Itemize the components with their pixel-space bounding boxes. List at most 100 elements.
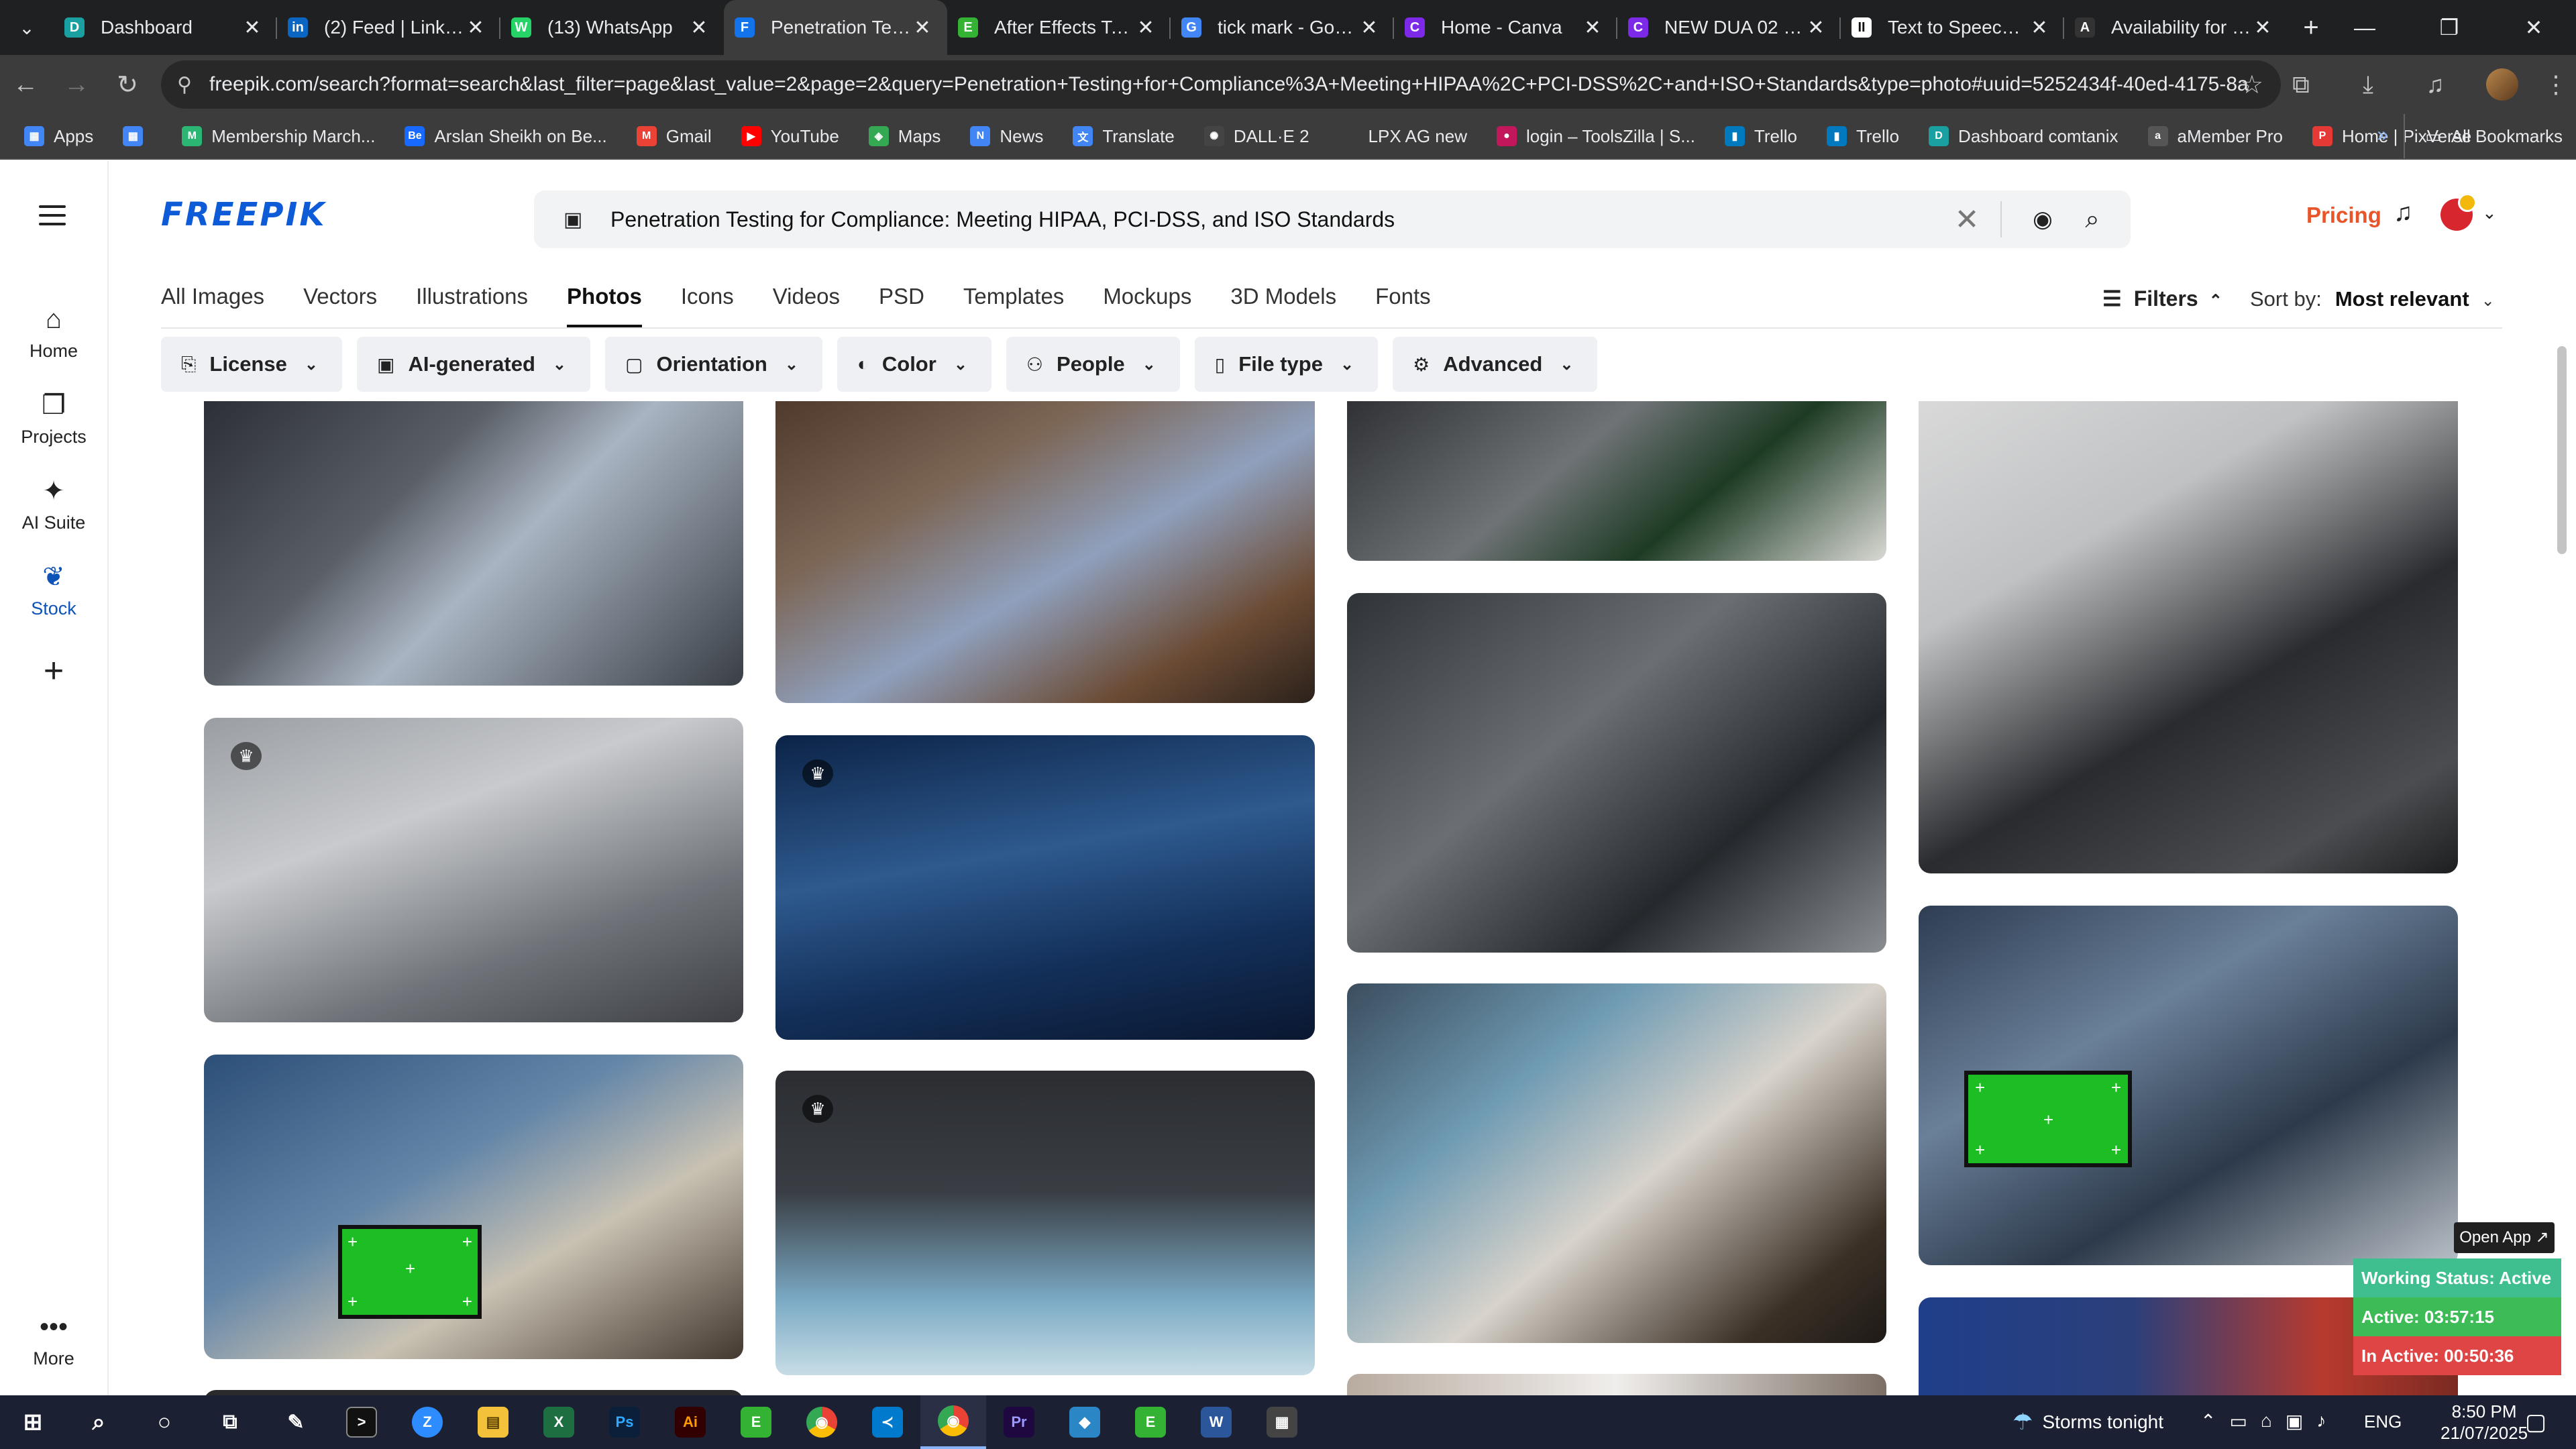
taskbar-app[interactable]: E: [1118, 1395, 1183, 1449]
tab-3d-models[interactable]: 3D Models: [1230, 280, 1336, 334]
close-tab-icon[interactable]: ✕: [1358, 16, 1381, 40]
taskbar-cortana[interactable]: ○: [131, 1395, 197, 1449]
filter-color[interactable]: ◐ Color ⌄: [837, 337, 991, 392]
photo-card[interactable]: [204, 401, 743, 686]
bookmark-item[interactable]: M Membership March...: [182, 126, 375, 147]
rail-item-home[interactable]: ⌂ Home: [0, 303, 107, 362]
tab-templates[interactable]: Templates: [963, 280, 1064, 334]
camera-search-icon[interactable]: ◉: [2018, 206, 2068, 233]
image-type-icon[interactable]: ▣: [564, 208, 590, 231]
browser-tab-active[interactable]: F Penetration Testing✕: [724, 0, 947, 55]
language-indicator[interactable]: ENG: [2364, 1411, 2402, 1432]
meet-icon[interactable]: ▭: [2229, 1410, 2247, 1432]
rail-item-more[interactable]: ••• More: [0, 1311, 107, 1369]
taskbar-app[interactable]: ≺: [855, 1395, 920, 1449]
filter-orientation[interactable]: ▢ Orientation ⌄: [605, 337, 822, 392]
page-scrollbar[interactable]: [2557, 346, 2567, 554]
open-app-button[interactable]: Open App ↗: [2454, 1222, 2555, 1253]
taskbar-app[interactable]: Pr: [986, 1395, 1052, 1449]
clock[interactable]: 8:50 PM 21/07/2025: [2440, 1401, 2528, 1444]
tab-mockups[interactable]: Mockups: [1103, 280, 1191, 334]
filter-file-type[interactable]: ▯ File type ⌄: [1194, 337, 1379, 392]
media-control-icon[interactable]: ♫: [2402, 70, 2469, 99]
rail-add-button[interactable]: +: [0, 653, 107, 688]
site-info-icon[interactable]: ⚲: [177, 73, 192, 97]
user-avatar[interactable]: [2440, 193, 2477, 231]
taskbar-app[interactable]: X: [526, 1395, 592, 1449]
close-window-icon[interactable]: ✕: [2491, 0, 2576, 55]
taskbar-app[interactable]: Z: [394, 1395, 460, 1449]
bookmark-apps[interactable]: ▦ Apps: [24, 126, 93, 147]
notifications-bell-icon[interactable]: ♫: [2394, 199, 2413, 227]
taskbar-app[interactable]: Ai: [657, 1395, 723, 1449]
photo-card[interactable]: + + + + +: [204, 1055, 743, 1359]
tab-illustrations[interactable]: Illustrations: [416, 280, 528, 334]
search-input[interactable]: Penetration Testing for Compliance: Meet…: [610, 207, 1933, 232]
browser-tab[interactable]: W (13) WhatsApp ✕: [500, 0, 724, 55]
photo-card[interactable]: [1919, 401, 2458, 873]
bookmark-item[interactable]: ▮ Trello: [1826, 126, 1899, 147]
close-tab-icon[interactable]: ✕: [688, 16, 710, 40]
photo-card[interactable]: ♛: [775, 1071, 1315, 1375]
chevron-down-icon[interactable]: ⌄: [2482, 203, 2497, 223]
photo-card[interactable]: [775, 401, 1315, 703]
bookmark-item[interactable]: D Dashboard comtanix: [1929, 126, 2118, 147]
weather-widget[interactable]: ☂ Storms tonight: [2012, 1409, 2163, 1436]
restore-icon[interactable]: ❐: [2407, 0, 2491, 55]
close-tab-icon[interactable]: ✕: [464, 16, 487, 40]
filters-button[interactable]: ☰ Filters ⌃: [2102, 286, 2222, 311]
profile-avatar[interactable]: [2486, 68, 2518, 101]
photo-card[interactable]: [1347, 983, 1886, 1343]
volume-icon[interactable]: ♪: [2316, 1410, 2326, 1432]
taskbar-app[interactable]: Ps: [592, 1395, 657, 1449]
taskbar-app-active[interactable]: ◉: [920, 1395, 986, 1449]
bookmark-item[interactable]: ▶ YouTube: [741, 126, 839, 147]
browser-tab[interactable]: in (2) Feed | LinkedIn✕: [277, 0, 500, 55]
hamburger-menu-icon[interactable]: [39, 205, 66, 231]
taskbar-search[interactable]: ⌕: [66, 1395, 131, 1449]
bookmark-item[interactable]: N News: [970, 126, 1043, 147]
bookmark-item[interactable]: 文 Translate: [1073, 126, 1175, 147]
taskbar-app[interactable]: >: [329, 1395, 394, 1449]
all-bookmarks[interactable]: ▭ All Bookmarks: [2404, 114, 2563, 158]
extensions-icon[interactable]: ⧉: [2267, 70, 2334, 99]
forward-icon[interactable]: →: [51, 55, 102, 114]
taskbar-app[interactable]: ▦: [1249, 1395, 1315, 1449]
taskbar-app[interactable]: E: [723, 1395, 789, 1449]
photo-card[interactable]: [1347, 401, 1886, 561]
close-tab-icon[interactable]: ✕: [1805, 16, 1827, 40]
chrome-menu-icon[interactable]: ⋮: [2536, 70, 2576, 99]
browser-tab[interactable]: II Text to Speech | E ✕: [1841, 0, 2064, 55]
filter-ai-generated[interactable]: ▣ AI-generated ⌄: [356, 337, 591, 392]
taskbar-app[interactable]: ▤: [460, 1395, 526, 1449]
bookmark-item[interactable]: ✺ DALL·E 2: [1203, 126, 1309, 147]
search-icon[interactable]: ⌕: [2068, 205, 2117, 234]
taskbar-app[interactable]: ◉: [789, 1395, 855, 1449]
rail-item-ai-suite[interactable]: ✦ AI Suite: [0, 475, 107, 533]
task-view[interactable]: ⧉: [197, 1395, 263, 1449]
sort-dropdown[interactable]: Sort by: Most relevant ⌄: [2250, 287, 2495, 311]
download-icon[interactable]: ⤓: [2334, 70, 2402, 99]
tab-vectors[interactable]: Vectors: [303, 280, 377, 334]
taskbar-app[interactable]: ✎: [263, 1395, 329, 1449]
freepik-logo[interactable]: FREEPIK: [161, 196, 327, 233]
close-tab-icon[interactable]: ✕: [1134, 16, 1157, 40]
photo-card[interactable]: ♛: [204, 718, 743, 1022]
browser-tab[interactable]: Gtick mark - Google ✕: [1171, 0, 1394, 55]
bookmark-item[interactable]: a aMember Pro: [2147, 126, 2283, 147]
rail-item-projects[interactable]: ❐ Projects: [0, 389, 107, 447]
address-bar[interactable]: ⚲ freepik.com/search?format=search&last_…: [161, 60, 2281, 109]
close-tab-icon[interactable]: ✕: [1581, 16, 1604, 40]
bookmark-item[interactable]: LPX AG new: [1338, 126, 1467, 147]
close-tab-icon[interactable]: ✕: [241, 16, 264, 40]
clear-search-icon[interactable]: ✕: [1933, 203, 2000, 237]
close-tab-icon[interactable]: ✕: [911, 16, 934, 40]
tab-icons[interactable]: Icons: [681, 280, 734, 334]
tab-psd[interactable]: PSD: [879, 280, 924, 334]
browser-tab[interactable]: C NEW DUA 02 - M ✕: [1617, 0, 1841, 55]
tab-fonts[interactable]: Fonts: [1375, 280, 1431, 334]
browser-tab[interactable]: C Home - Canva ✕: [1394, 0, 1617, 55]
browser-tab[interactable]: A Availability for ES ✕: [2064, 0, 2288, 55]
bookmark-item[interactable]: ▮ Trello: [1724, 126, 1797, 147]
filter-license[interactable]: ⎘ License ⌄: [161, 337, 342, 392]
